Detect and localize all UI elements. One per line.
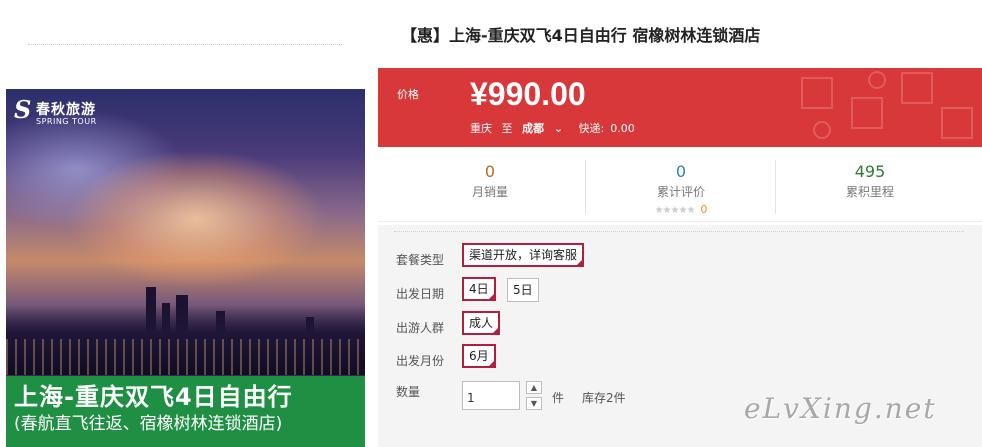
rating-count: 0 [700, 203, 708, 216]
destination-city: 成都 [522, 122, 544, 135]
reviews-stat[interactable]: 0 累计评价 ★★★★★ 0 [581, 162, 781, 216]
date-option-text: 5日 [513, 283, 533, 297]
decor-pattern-icon [801, 71, 973, 139]
product-image[interactable]: S 春秋旅游 SPRING TOUR 上海-重庆双飞4日自由行 (春航直飞往返、… [6, 89, 365, 447]
shipping-route: 重庆 至 成都 ⌄ 快递: 0.00 [470, 120, 641, 136]
chevron-down-icon: ⌄ [553, 122, 564, 135]
express-label: 快递: [578, 122, 605, 135]
selected-corner-icon [486, 292, 496, 301]
travelers-option[interactable]: 成人 [462, 311, 501, 335]
points-label: 累积里程 [845, 185, 894, 199]
rating-row: ★★★★★ 0 [581, 202, 781, 216]
logo-english-text: SPRING TOUR [36, 117, 97, 126]
reviews-label: 累计评价 [656, 185, 705, 199]
chevron-up-icon: ▲ [530, 383, 538, 392]
watermark: eLvXing.net [744, 392, 937, 425]
package-option[interactable]: 渠道开放，详询客服 [462, 243, 585, 267]
monthly-sales-stat: 0 月销量 [390, 162, 590, 202]
express-value: 0.00 [610, 122, 635, 135]
package-type-label: 套餐类型 [396, 253, 445, 267]
points-stat: 495 累积里程 [770, 162, 970, 202]
selected-corner-icon [486, 359, 496, 368]
hero-banner: 上海-重庆双飞4日自由行 (春航直飞往返、宿橡树林连锁酒店) [6, 376, 365, 447]
city-lights [6, 339, 365, 375]
month-label: 出发月份 [396, 354, 445, 368]
options-divider [394, 231, 964, 232]
star-rating-icon: ★★★★★ [654, 205, 696, 216]
date-option-4[interactable]: 4日 [462, 277, 496, 301]
month-option[interactable]: 6月 [462, 344, 496, 368]
travelers-label: 出游人群 [396, 321, 445, 335]
monthly-sales-value: 0 [484, 162, 496, 181]
quantity-decrease-button[interactable]: ▼ [526, 397, 542, 410]
package-option-text: 渠道开放，详询客服 [469, 248, 578, 262]
selected-corner-icon [491, 326, 501, 335]
quantity-input[interactable] [462, 381, 520, 410]
reviews-value: 0 [675, 162, 687, 181]
banner-subtitle: (春航直飞往返、宿橡树林连锁酒店) [14, 414, 283, 434]
banner-title: 上海-重庆双飞4日自由行 [14, 383, 293, 411]
price-value: ¥990.00 [470, 76, 586, 112]
product-title: 【惠】上海-重庆双飞4日自由行 宿橡树林连锁酒店 [401, 26, 761, 45]
sunset-glow [66, 149, 326, 289]
quantity-label: 数量 [396, 385, 421, 399]
price-label: 价格 [397, 88, 419, 101]
stats-bar: 0 月销量 0 累计评价 ★★★★★ 0 495 累积里程 [378, 148, 982, 222]
travelers-option-text: 成人 [469, 316, 494, 330]
origin-city: 重庆 [470, 122, 492, 135]
spring-tour-logo-icon: S [14, 95, 32, 124]
chevron-down-icon: ▼ [530, 399, 538, 408]
left-divider [28, 44, 342, 45]
departure-date-label: 出发日期 [396, 287, 445, 301]
stock-count: 库存2件 [582, 391, 626, 405]
route-to: 至 [501, 122, 513, 135]
points-value: 495 [854, 162, 886, 181]
date-option-5[interactable]: 5日 [507, 278, 539, 302]
quantity-unit: 件 [552, 391, 565, 405]
quantity-increase-button[interactable]: ▲ [526, 381, 542, 394]
selected-corner-icon [575, 258, 585, 267]
price-panel: 价格 ¥990.00 重庆 至 成都 ⌄ 快递: 0.00 [378, 68, 982, 147]
destination-select[interactable]: 成都 ⌄ [522, 122, 569, 135]
monthly-sales-label: 月销量 [471, 185, 508, 199]
logo-chinese-text: 春秋旅游 [36, 102, 96, 118]
